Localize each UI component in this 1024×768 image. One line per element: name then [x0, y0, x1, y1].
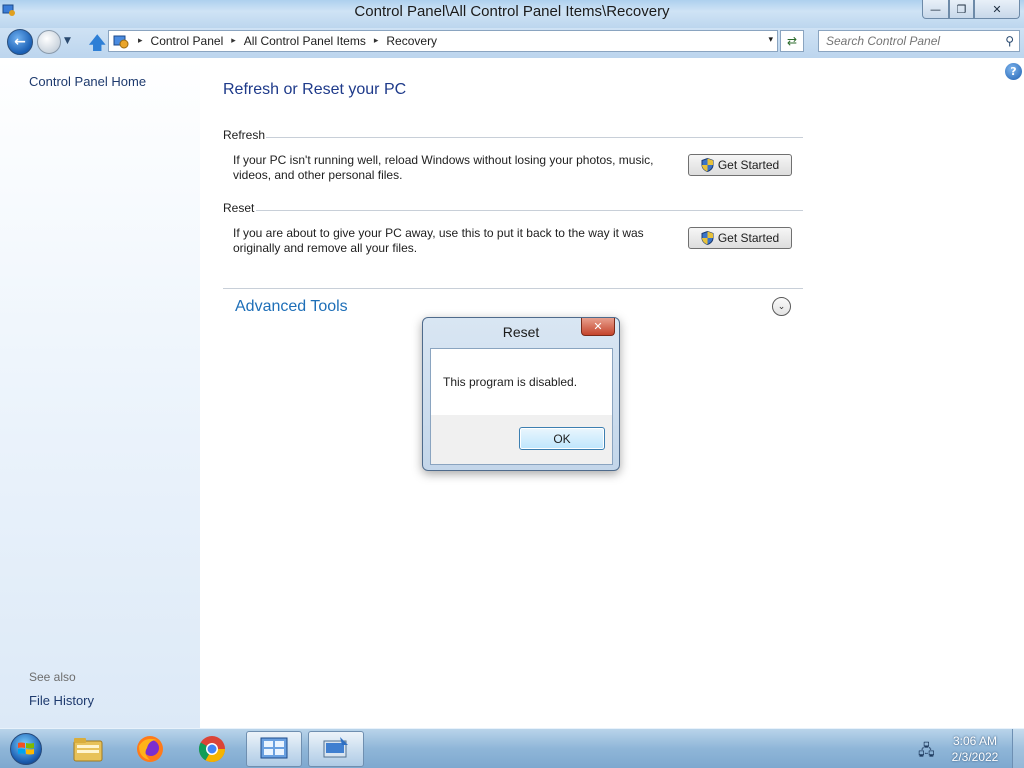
- dialog-close-button[interactable]: ✕: [581, 318, 615, 336]
- clock-time: 3:06 AM: [952, 734, 998, 748]
- left-task-pane: Control Panel Home See also File History: [0, 58, 200, 728]
- control-panel-location-icon: [113, 35, 129, 49]
- refresh-button-label: Get Started: [717, 158, 780, 172]
- network-icon[interactable]: 🖧: [918, 740, 935, 765]
- close-window-button[interactable]: ✕: [974, 0, 1020, 19]
- maximize-button[interactable]: ❐: [949, 0, 974, 19]
- refresh-get-started-button[interactable]: Get Started: [688, 154, 792, 176]
- reset-description: If you are about to give your PC away, u…: [233, 226, 644, 255]
- reset-section-label: Reset: [223, 201, 255, 215]
- ok-button[interactable]: OK: [519, 427, 605, 450]
- page-title: Refresh or Reset your PC: [223, 81, 407, 98]
- forward-button[interactable]: [37, 30, 61, 54]
- recovery-icon: [323, 737, 348, 758]
- dialog-footer: OK: [431, 415, 612, 464]
- help-icon[interactable]: ?: [1005, 63, 1022, 80]
- taskbar-firefox[interactable]: [122, 731, 178, 767]
- reset-get-started-button[interactable]: Get Started: [688, 227, 792, 249]
- control-panel-home-link[interactable]: Control Panel Home: [29, 74, 146, 89]
- window-titlebar: Control Panel\All Control Panel Items\Re…: [0, 0, 1024, 28]
- taskbar-chrome[interactable]: [184, 731, 240, 767]
- file-history-link[interactable]: File History: [29, 693, 94, 708]
- refresh-button[interactable]: ⇄: [780, 30, 804, 52]
- breadcrumb-control-panel[interactable]: Control Panel: [151, 34, 224, 48]
- section-divider: [266, 137, 803, 138]
- search-icon[interactable]: ⚲: [1005, 34, 1014, 48]
- window-title: Control Panel\All Control Panel Items\Re…: [354, 3, 670, 20]
- recent-pages-dropdown[interactable]: ▼: [64, 36, 71, 46]
- refresh-icon: ⇄: [786, 34, 798, 48]
- chevron-down-icon[interactable]: ⌄: [772, 297, 791, 316]
- taskbar-clock[interactable]: 3:06 AM 2/3/2022: [944, 733, 1006, 765]
- up-arrow-icon[interactable]: 🡅: [88, 31, 107, 61]
- search-input[interactable]: [819, 31, 994, 51]
- breadcrumb-separator[interactable]: ▸: [374, 36, 379, 46]
- taskbar-control-panel[interactable]: [246, 731, 302, 767]
- see-also-label: See also: [29, 670, 76, 684]
- chrome-icon: [198, 736, 226, 763]
- search-box[interactable]: ⚲: [818, 30, 1020, 52]
- control-panel-icon: [260, 737, 288, 759]
- folder-icon: [73, 738, 103, 762]
- reset-dialog: Reset ✕ This program is disabled. OK: [422, 317, 620, 471]
- taskbar-recovery-window[interactable]: [308, 731, 364, 767]
- address-bar[interactable]: ▸ Control Panel ▸ All Control Panel Item…: [108, 30, 778, 52]
- dialog-message: This program is disabled.: [443, 375, 578, 389]
- breadcrumb-separator[interactable]: ▸: [138, 36, 143, 46]
- clock-date: 2/3/2022: [951, 750, 999, 764]
- taskbar-explorer[interactable]: [60, 731, 116, 767]
- windows-logo-icon: [10, 733, 42, 765]
- uac-shield-icon: [701, 158, 714, 172]
- refresh-description: If your PC isn't running well, reload Wi…: [233, 153, 654, 182]
- advanced-tools-link[interactable]: Advanced Tools: [235, 298, 348, 316]
- reset-button-label: Get Started: [717, 231, 780, 245]
- taskbar: 🖧 3:06 AM 2/3/2022: [0, 728, 1024, 768]
- uac-shield-icon: [701, 231, 714, 245]
- refresh-section-label: Refresh: [223, 128, 266, 142]
- section-divider: [256, 210, 803, 211]
- breadcrumb-all-items[interactable]: All Control Panel Items: [244, 34, 366, 48]
- firefox-icon: [137, 736, 163, 762]
- start-button[interactable]: [4, 731, 48, 767]
- show-desktop-button[interactable]: [1012, 729, 1024, 768]
- back-button[interactable]: ←: [7, 29, 33, 55]
- arrow-left-icon: ←: [14, 34, 26, 50]
- navigation-bar: ← ▼ 🡅 ▸ Control Panel ▸ All Control Pane…: [0, 28, 1024, 58]
- address-history-dropdown[interactable]: ▾: [768, 35, 773, 45]
- minimize-button[interactable]: —: [922, 0, 949, 19]
- breadcrumb-recovery[interactable]: Recovery: [386, 34, 437, 48]
- breadcrumb-separator[interactable]: ▸: [231, 36, 236, 46]
- section-divider: [223, 288, 803, 289]
- dialog-body: This program is disabled. OK: [430, 348, 613, 465]
